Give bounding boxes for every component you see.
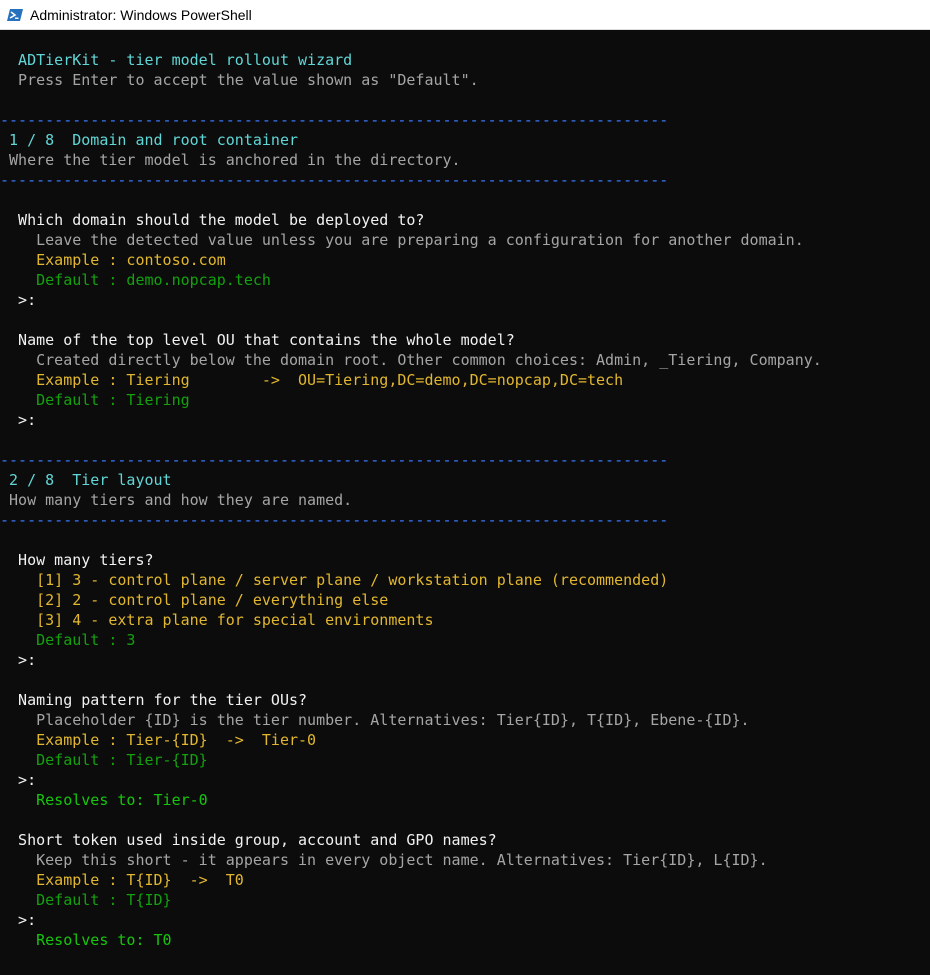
question-hint: Leave the detected value unless you are … — [0, 231, 804, 249]
question-example: Example : T{ID} -> T0 — [0, 871, 244, 889]
question-text: How many tiers? — [0, 551, 154, 569]
question-text: Naming pattern for the tier OUs? — [0, 691, 308, 709]
input-prompt: >: — [0, 291, 37, 309]
question-hint: Keep this short - it appears in every ob… — [0, 851, 768, 869]
separator-line: ----------------------------------------… — [0, 451, 669, 469]
resolved-value: Resolves to: T0 — [0, 931, 172, 949]
step-subtitle: How many tiers and how they are named. — [0, 491, 353, 509]
question-hint: Created directly below the domain root. … — [0, 351, 822, 369]
input-prompt: >: — [0, 911, 37, 929]
question-text: Which domain should the model be deploye… — [0, 211, 425, 229]
console-output[interactable]: ADTierKit - tier model rollout wizard Pr… — [0, 30, 930, 975]
window-titlebar: Administrator: Windows PowerShell — [0, 0, 930, 30]
question-example: Example : contoso.com — [0, 251, 226, 269]
question-example: Example : Tiering -> OU=Tiering,DC=demo,… — [0, 371, 624, 389]
separator-line: ----------------------------------------… — [0, 511, 669, 529]
input-prompt: >: — [0, 651, 37, 669]
question-default: Default : 3 — [0, 631, 136, 649]
wizard-title: ADTierKit - tier model rollout wizard — [0, 51, 353, 69]
question-default: Default : Tier-{ID} — [0, 751, 208, 769]
resolved-value: Resolves to: Tier-0 — [0, 791, 208, 809]
question-default: Default : T{ID} — [0, 891, 172, 909]
step-title: 2 / 8 Tier layout — [0, 471, 172, 489]
question-text: Name of the top level OU that contains t… — [0, 331, 515, 349]
wizard-hint: Press Enter to accept the value shown as… — [0, 71, 479, 89]
choice-option: [2] 2 - control plane / everything else — [0, 591, 389, 609]
question-text: Short token used inside group, account a… — [0, 831, 497, 849]
question-default: Default : demo.nopcap.tech — [0, 271, 271, 289]
input-prompt: >: — [0, 411, 37, 429]
powershell-icon — [7, 8, 23, 21]
separator-line: ----------------------------------------… — [0, 171, 669, 189]
window-title: Administrator: Windows PowerShell — [30, 6, 252, 23]
separator-line: ----------------------------------------… — [0, 111, 669, 129]
step-subtitle: Where the tier model is anchored in the … — [0, 151, 461, 169]
input-prompt: >: — [0, 771, 37, 789]
choice-option: [3] 4 - extra plane for special environm… — [0, 611, 434, 629]
question-default: Default : Tiering — [0, 391, 190, 409]
question-hint: Placeholder {ID} is the tier number. Alt… — [0, 711, 750, 729]
choice-option: [1] 3 - control plane / server plane / w… — [0, 571, 669, 589]
question-example: Example : Tier-{ID} -> Tier-0 — [0, 731, 317, 749]
step-title: 1 / 8 Domain and root container — [0, 131, 299, 149]
